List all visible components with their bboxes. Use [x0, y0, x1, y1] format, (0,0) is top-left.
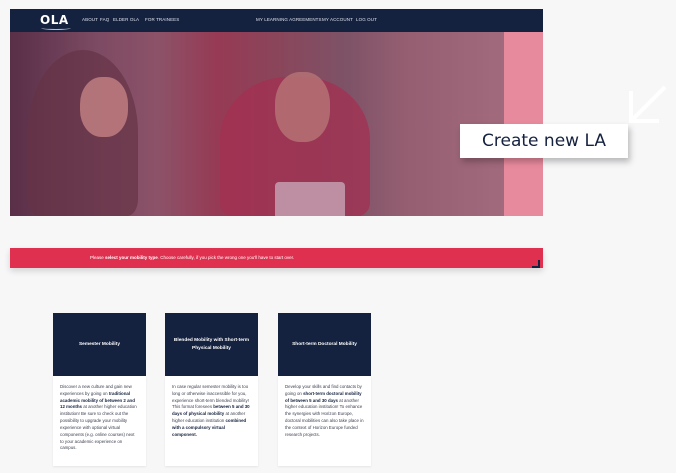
card-title[interactable]: Semester Mobility [53, 313, 146, 376]
card-description: In case regular semester mobility is too… [165, 376, 258, 466]
card-description: Develop your skills and find contacts by… [278, 376, 371, 466]
ola-logo[interactable]: OLA [40, 13, 69, 27]
nav-link-my-account[interactable]: MY ACCOUNT [322, 17, 353, 22]
card-text: at another higher education institution!… [60, 404, 137, 451]
top-navbar: OLA ABOUT FAQ ELDER OLA FOR TRAINEES MY … [10, 9, 543, 32]
card-title[interactable]: Blended Mobility with Short-term Physica… [165, 313, 258, 376]
arrow-down-left-icon [629, 85, 667, 123]
card-title[interactable]: Short-term Doctoral Mobility [278, 313, 371, 376]
nav-link-my-learning-agreements[interactable]: MY LEARNING AGREEMENTS [256, 17, 322, 22]
card-text: at another higher education institution!… [285, 397, 364, 437]
nav-link-about[interactable]: ABOUT [82, 17, 98, 22]
mobility-card-doctoral[interactable]: Short-term Doctoral Mobility Develop you… [278, 313, 371, 466]
nav-link-for-trainees[interactable]: FOR TRAINEES [145, 17, 179, 22]
banner-text: Please select your mobility type. Choose… [90, 255, 295, 260]
nav-link-elder-ola[interactable]: ELDER OLA [113, 17, 139, 22]
mobility-card-semester[interactable]: Semester Mobility Discover a new culture… [53, 313, 146, 466]
nav-link-faq[interactable]: FAQ [100, 17, 109, 22]
create-new-la-button[interactable]: Create new LA [460, 124, 628, 158]
logo-arc-icon [41, 26, 71, 30]
mobility-type-banner: Please select your mobility type. Choose… [10, 248, 543, 268]
hero-photo [10, 32, 504, 216]
nav-link-log-out[interactable]: LOG OUT [356, 17, 377, 22]
card-description: Discover a new culture and gain new expe… [53, 376, 146, 466]
mobility-card-blended[interactable]: Blended Mobility with Short-term Physica… [165, 313, 258, 466]
banner-corner-mark [532, 260, 540, 268]
